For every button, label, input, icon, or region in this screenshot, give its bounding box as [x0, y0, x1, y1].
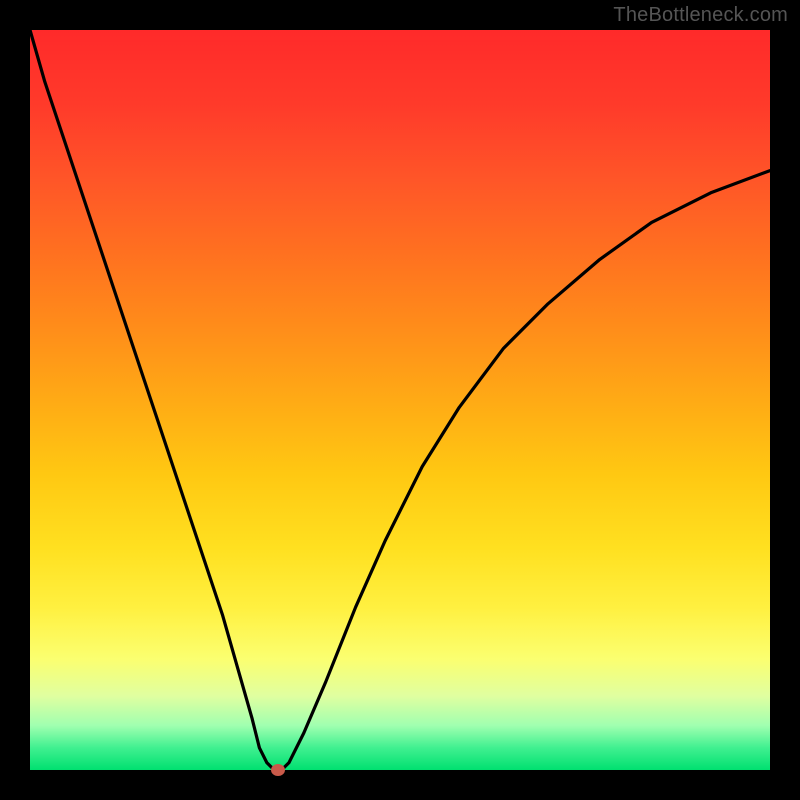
data-point-marker: [271, 764, 285, 776]
watermark-text: TheBottleneck.com: [613, 4, 788, 27]
plot-area: [30, 30, 770, 770]
chart-curve: [30, 30, 770, 770]
